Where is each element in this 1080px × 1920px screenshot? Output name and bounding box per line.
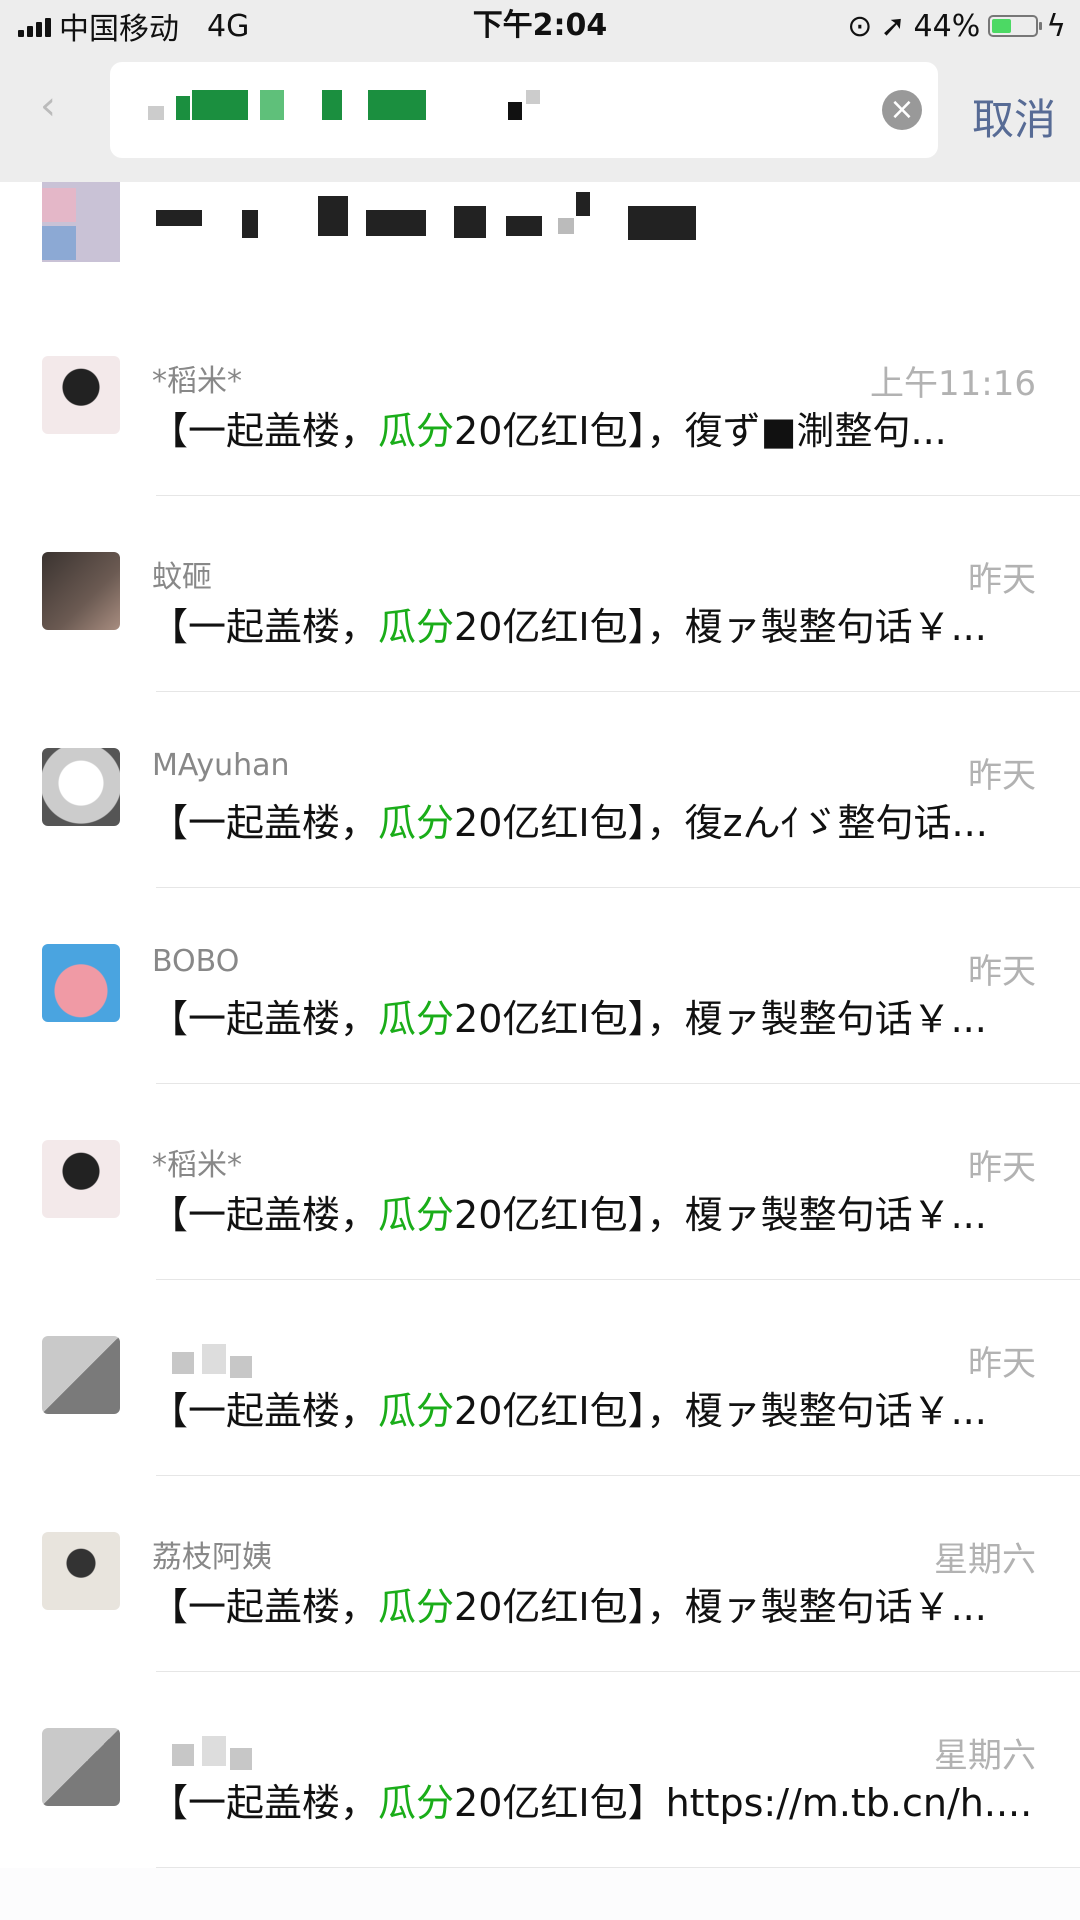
message-preview: 【一起盖楼，瓜分20亿红I包】，榎ァ製整句话￥... <box>150 1380 1046 1435</box>
back-chevron-icon[interactable]: ‹ <box>40 86 80 126</box>
search-query-redacted-6 <box>508 102 522 120</box>
row-divider <box>156 1867 1080 1868</box>
contact-name-redacted <box>172 1344 262 1378</box>
search-match-highlight: 瓜分 <box>378 1781 455 1825</box>
result-row[interactable]: *稻米* 上午11:16 【一起盖楼，瓜分20亿红I包】，復ず■淛整句... <box>0 300 1080 496</box>
result-row[interactable]: 蚊砸 昨天 【一起盖楼，瓜分20亿红I包】，榎ァ製整句话￥... <box>0 496 1080 692</box>
battery-icon <box>988 15 1043 37</box>
message-text-post: 20亿红I包】，榎ァ製整句话￥... <box>454 605 987 649</box>
clear-icon[interactable]: × <box>882 90 922 130</box>
avatar <box>42 1336 120 1414</box>
search-header: ‹ × 取消 <box>0 52 1080 182</box>
result-row[interactable]: 昨天 【一起盖楼，瓜分20亿红I包】，榎ァ製整句话￥... <box>0 1280 1080 1476</box>
avatar <box>42 552 120 630</box>
message-text-pre: 【一起盖楼， <box>150 1585 379 1629</box>
search-match-highlight: 瓜分 <box>378 1585 455 1629</box>
contact-name: BOBO <box>152 944 240 979</box>
result-row[interactable]: MAyuhan 昨天 【一起盖楼，瓜分20亿红I包】，復zんｲゞ整句话... <box>0 692 1080 888</box>
orientation-lock-icon: ⊙ <box>847 8 873 44</box>
contact-name: 荔枝阿姨 <box>152 1540 272 1575</box>
search-query-redacted-7 <box>526 90 540 104</box>
avatar <box>42 1728 120 1806</box>
message-text-post: 20亿红I包】，榎ァ製整句话￥... <box>454 997 987 1041</box>
message-preview: 【一起盖楼，瓜分20亿红I包】，復ず■淛整句... <box>150 400 1046 455</box>
avatar <box>42 356 120 434</box>
message-text-pre: 【一起盖楼， <box>150 409 379 453</box>
cancel-button[interactable]: 取消 <box>972 86 1056 147</box>
message-text-post: 20亿红I包】，復ず■淛整句... <box>454 409 947 453</box>
charging-icon: ϟ <box>1046 8 1066 44</box>
search-results-list: *稻米* 上午11:16 【一起盖楼，瓜分20亿红I包】，復ず■淛整句... 蚊砸 昨天… <box>0 300 1080 1868</box>
avatar <box>42 1140 120 1218</box>
search-match-highlight: 瓜分 <box>378 409 455 453</box>
message-text-post: 20亿红I包】https://m.tb.cn/h.... <box>454 1781 1033 1825</box>
timestamp: 星期六 <box>934 1736 1036 1776</box>
message-preview: 【一起盖楼，瓜分20亿红I包】，榎ァ製整句话￥... <box>150 988 1046 1043</box>
status-right: ⊙ ➚ 44% ϟ <box>847 8 1066 44</box>
timestamp: 昨天 <box>968 1148 1036 1188</box>
message-preview: 【一起盖楼，瓜分20亿红I包】，復zんｲゞ整句话... <box>150 792 1046 847</box>
search-query-redacted-2 <box>192 90 248 120</box>
message-text-post: 20亿红I包】，榎ァ製整句话￥... <box>454 1585 987 1629</box>
timestamp: 昨天 <box>968 1344 1036 1384</box>
battery-percent: 44% <box>913 8 981 44</box>
search-query-redacted-1 <box>176 96 190 120</box>
message-text-pre: 【一起盖楼， <box>150 605 379 649</box>
message-preview: 【一起盖楼，瓜分20亿红I包】，榎ァ製整句话￥... <box>150 1576 1046 1631</box>
message-text-pre: 【一起盖楼， <box>150 1781 379 1825</box>
search-box[interactable]: × <box>110 62 938 158</box>
contact-name: MAyuhan <box>152 748 290 783</box>
location-arrow-icon: ➚ <box>880 8 906 44</box>
timestamp: 昨天 <box>968 560 1036 600</box>
message-preview: 【一起盖楼，瓜分20亿红I包】，榎ァ製整句话￥... <box>150 596 1046 651</box>
search-match-highlight: 瓜分 <box>378 1389 455 1433</box>
message-text-post: 20亿红I包】，復zんｲゞ整句话... <box>454 801 988 845</box>
search-match-highlight: 瓜分 <box>378 997 455 1041</box>
status-bar: 中国移动 4G 下午2:04 ⊙ ➚ 44% ϟ <box>0 0 1080 52</box>
message-text-pre: 【一起盖楼， <box>150 801 379 845</box>
message-preview: 【一起盖楼，瓜分20亿红I包】https://m.tb.cn/h.... <box>150 1772 1046 1827</box>
contact-name: 蚊砸 <box>152 560 212 595</box>
message-text-pre: 【一起盖楼， <box>150 997 379 1041</box>
search-match-highlight: 瓜分 <box>378 801 455 845</box>
result-row[interactable]: 星期六 【一起盖楼，瓜分20亿红I包】https://m.tb.cn/h.... <box>0 1672 1080 1868</box>
search-query-redacted <box>148 106 164 120</box>
timestamp: 星期六 <box>934 1540 1036 1580</box>
search-match-highlight: 瓜分 <box>378 1193 455 1237</box>
contact-name: *稻米* <box>152 364 242 399</box>
search-query-redacted-3 <box>260 90 284 120</box>
timestamp: 上午11:16 <box>870 364 1036 404</box>
avatar <box>42 1532 120 1610</box>
search-input[interactable] <box>150 82 814 140</box>
group-result-row[interactable] <box>0 182 1080 300</box>
timestamp: 昨天 <box>968 756 1036 796</box>
battery-level <box>992 19 1011 33</box>
contact-name-redacted <box>172 1736 262 1770</box>
avatar <box>42 944 120 1022</box>
avatar <box>42 748 120 826</box>
message-text-post: 20亿红I包】，榎ァ製整句话￥... <box>454 1193 987 1237</box>
result-row[interactable]: BOBO 昨天 【一起盖楼，瓜分20亿红I包】，榎ァ製整句话￥... <box>0 888 1080 1084</box>
search-query-redacted-5 <box>368 90 426 120</box>
result-row[interactable]: 荔枝阿姨 星期六 【一起盖楼，瓜分20亿红I包】，榎ァ製整句话￥... <box>0 1476 1080 1672</box>
group-avatar <box>42 182 120 262</box>
result-row[interactable]: *稻米* 昨天 【一起盖楼，瓜分20亿红I包】，榎ァ製整句话￥... <box>0 1084 1080 1280</box>
message-text-pre: 【一起盖楼， <box>150 1389 379 1433</box>
message-text-pre: 【一起盖楼， <box>150 1193 379 1237</box>
message-preview: 【一起盖楼，瓜分20亿红I包】，榎ァ製整句话￥... <box>150 1184 1046 1239</box>
contact-name: *稻米* <box>152 1148 242 1183</box>
timestamp: 昨天 <box>968 952 1036 992</box>
search-match-highlight: 瓜分 <box>378 605 455 649</box>
search-query-redacted-4 <box>322 90 342 120</box>
message-text-post: 20亿红I包】，榎ァ製整句话￥... <box>454 1389 987 1433</box>
